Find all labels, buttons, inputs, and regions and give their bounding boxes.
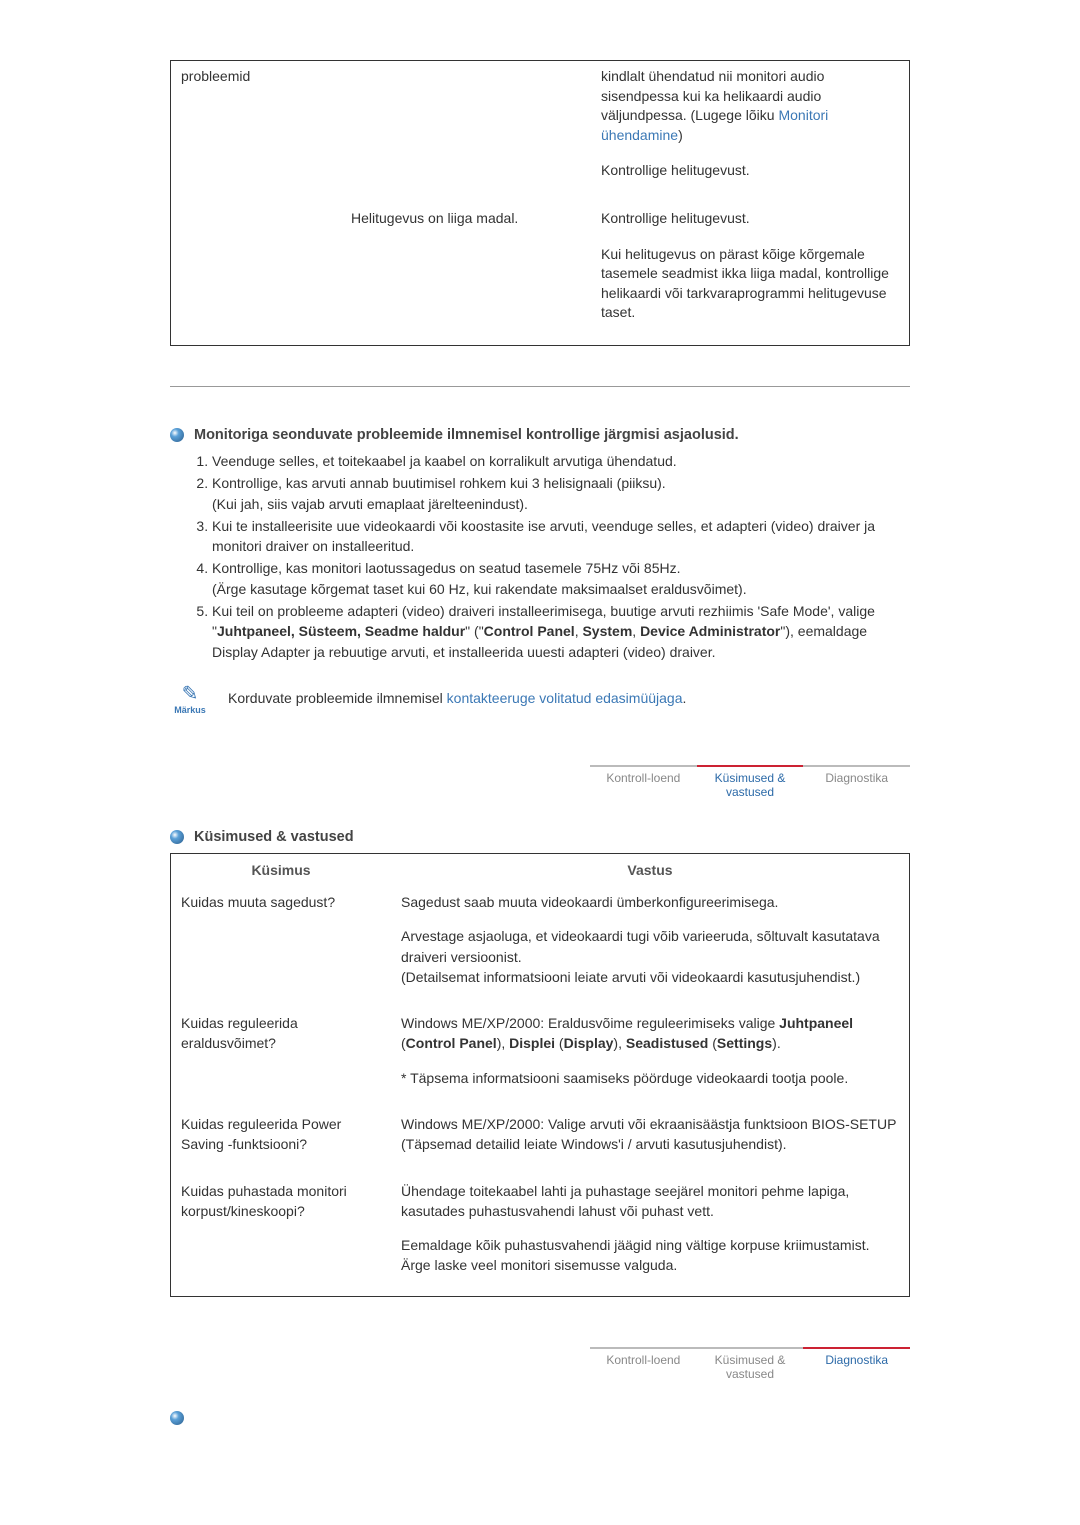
note-text: Korduvate probleemide ilmnemisel kontakt… — [228, 684, 910, 706]
table-row: Kuidas reguleerida Power Saving -funktsi… — [171, 1108, 910, 1175]
answer-header: Vastus — [391, 853, 910, 886]
table-row: Kuidas reguleerida eraldusvõimet? Window… — [171, 1007, 910, 1108]
answer-cell: Sagedust saab muuta videokaardi ümberkon… — [391, 886, 910, 1007]
solution-text: Kontrollige helitugevust. — [601, 209, 899, 229]
tab-qa[interactable]: Küsimused & vastused — [697, 771, 804, 799]
answer-text: Windows ME/XP/2000: Eraldusvõime regulee… — [401, 1013, 899, 1054]
dealer-contact-link[interactable]: kontakteeruge volitatud edasimüüjaga — [447, 690, 683, 706]
table-header-row: Küsimus Vastus — [171, 853, 910, 886]
tab-checklist[interactable]: Kontroll-loend — [590, 771, 697, 799]
list-item: Kontrollige, kas arvuti annab buutimisel… — [212, 473, 910, 514]
cause-cell: Helitugevus on liiga madal. — [341, 203, 591, 345]
section-title: Monitoriga seonduvate probleemide ilmnem… — [194, 427, 739, 443]
list-item: Kui teil on probleeme adapteri (video) d… — [212, 601, 910, 662]
list-item: Kui te installeerisite uue videokaardi v… — [212, 516, 910, 557]
list-item: Kontrollige, kas monitori laotussagedus … — [212, 558, 910, 599]
answer-cell: Ühendage toitekaabel lahti ja puhastage … — [391, 1175, 910, 1297]
section-header: Küsimused & vastused — [170, 829, 910, 845]
answer-text: * Täpsema informatsiooni saamiseks pöörd… — [401, 1068, 899, 1088]
list-item: Veenduge selles, et toitekaabel ja kaabe… — [212, 451, 910, 471]
symptom-cell: probleemid — [171, 61, 342, 203]
tab-diagnostics[interactable]: Diagnostika — [803, 771, 910, 799]
cause-cell — [341, 61, 591, 203]
section-title: Küsimused & vastused — [194, 829, 354, 845]
table-row: probleemid kindlalt ühendatud nii monito… — [171, 61, 910, 203]
qa-table: Küsimus Vastus Kuidas muuta sagedust? Sa… — [170, 853, 910, 1297]
note-row: ✎Märkus Korduvate probleemide ilmnemisel… — [170, 684, 910, 715]
question-header: Küsimus — [171, 853, 392, 886]
tab-qa[interactable]: Küsimused & vastused — [697, 1353, 804, 1381]
tab-diagnostics[interactable]: Diagnostika — [803, 1353, 910, 1381]
answer-cell: Windows ME/XP/2000: Eraldusvõime regulee… — [391, 1007, 910, 1108]
bullet-icon — [170, 830, 184, 844]
divider — [170, 386, 910, 387]
solution-cell: Kontrollige helitugevust. Kui helitugevu… — [591, 203, 910, 345]
table-row: Kuidas puhastada monitori korpust/kinesk… — [171, 1175, 910, 1297]
note-icon: ✎Märkus — [170, 684, 210, 715]
bullet-icon — [170, 428, 184, 442]
answer-cell: Windows ME/XP/2000: Valige arvuti või ek… — [391, 1108, 910, 1175]
solution-text: Kontrollige helitugevust. — [601, 161, 899, 181]
solution-cell: kindlalt ühendatud nii monitori audio si… — [591, 61, 910, 203]
question-cell: Kuidas puhastada monitori korpust/kinesk… — [171, 1175, 392, 1297]
section-header: Monitoriga seonduvate probleemide ilmnem… — [170, 427, 910, 443]
table-row: Kuidas muuta sagedust? Sagedust saab muu… — [171, 886, 910, 1007]
symptom-cell — [171, 203, 342, 345]
bullet-icon — [170, 1411, 184, 1425]
section-header — [170, 1411, 910, 1425]
solution-text: Kui helitugevus on pärast kõige kõrgemal… — [601, 245, 899, 323]
table-row: Helitugevus on liiga madal. Kontrollige … — [171, 203, 910, 345]
question-cell: Kuidas reguleerida eraldusvõimet? — [171, 1007, 392, 1108]
check-list: Veenduge selles, et toitekaabel ja kaabe… — [192, 451, 910, 662]
question-cell: Kuidas reguleerida Power Saving -funktsi… — [171, 1108, 392, 1175]
tab-checklist[interactable]: Kontroll-loend — [590, 1353, 697, 1381]
section-tabs: Kontroll-loend Küsimused & vastused Diag… — [590, 1347, 910, 1381]
troubleshoot-table: probleemid kindlalt ühendatud nii monito… — [170, 60, 910, 346]
section-tabs: Kontroll-loend Küsimused & vastused Diag… — [590, 765, 910, 799]
question-cell: Kuidas muuta sagedust? — [171, 886, 392, 1007]
